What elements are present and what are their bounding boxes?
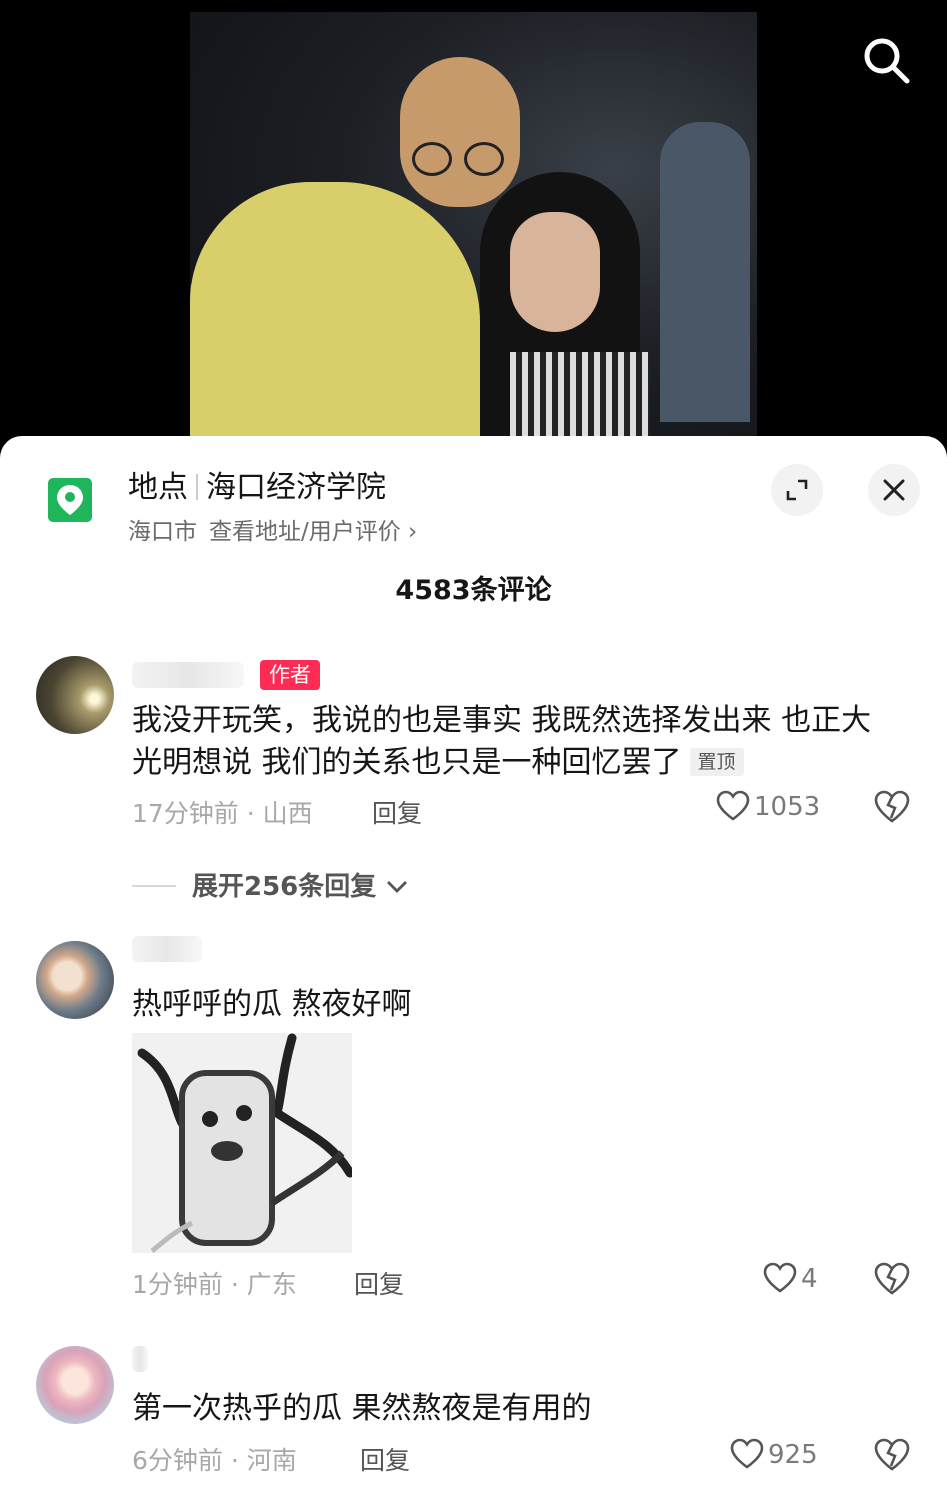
close-icon [883,479,905,501]
search-icon [864,38,910,84]
like-count: 925 [768,1440,818,1470]
location-link[interactable]: 查看地址/用户评价 › [209,519,417,545]
comment-sheet: 地点 海口经济学院 海口市 查看地址/用户评价 › 4583条评论 作者 我没开玩笑… [0,436,947,1496]
like-button[interactable]: 925 [730,1438,818,1470]
comment-text: 第一次热乎的瓜 果然熬夜是有用的 [132,1391,592,1426]
pinned-badge: 置顶 [689,748,744,776]
dislike-button[interactable] [874,1438,910,1476]
chevron-down-icon [387,881,408,893]
like-button[interactable]: 4 [763,1262,818,1294]
expand-button[interactable] [771,464,823,516]
location-pin-icon [48,478,92,522]
dislike-button[interactable] [874,790,910,828]
post-photo [190,12,757,460]
location-prefix: 地点 [128,470,188,505]
location-subtitle[interactable]: 海口市 查看地址/用户评价 › [128,512,417,546]
comment-meta: 1分钟前 · 广东 [132,1270,297,1299]
username-blurred[interactable] [132,1346,148,1372]
location-title[interactable]: 地点 海口经济学院 [128,462,386,506]
username-blurred[interactable] [132,662,244,688]
broken-heart-icon [874,1262,910,1295]
username-blurred[interactable] [132,936,202,962]
comment-meta: 17分钟前 · 山西 [132,799,313,828]
broken-heart-icon [874,790,910,823]
dislike-button[interactable] [874,1262,910,1300]
expand-replies-button[interactable]: 展开256条回复 [132,866,409,903]
avatar[interactable] [36,656,114,734]
sticker-image[interactable] [132,1033,352,1253]
video-area[interactable] [0,0,947,460]
like-button[interactable]: 1053 [716,790,820,822]
like-count: 4 [801,1264,818,1294]
comment-meta: 6分钟前 · 河南 [132,1446,297,1475]
expand-icon [786,479,808,501]
comment-text: 我没开玩笑，我说的也是事实 我既然选择发出来 也正大光明想说 我们的关系也只是一… [132,700,892,784]
search-button[interactable] [858,32,914,88]
comment-text: 热呼呼的瓜 熬夜好啊 [132,987,412,1022]
close-button[interactable] [868,464,920,516]
broken-heart-icon [874,1438,910,1471]
reply-button[interactable]: 回复 [372,794,422,830]
heart-icon [763,1262,797,1293]
like-count: 1053 [754,792,821,822]
comment-body: 我没开玩笑，我说的也是事实 我既然选择发出来 也正大光明想说 我们的关系也只是一… [132,703,872,780]
heart-icon [716,790,750,821]
author-badge: 作者 [260,660,320,690]
heart-icon [730,1438,764,1469]
location-city: 海口市 [128,519,197,545]
reply-button[interactable]: 回复 [360,1441,410,1477]
reply-button[interactable]: 回复 [354,1265,404,1301]
comment-count: 4583条评论 [395,575,552,606]
avatar[interactable] [36,941,114,1019]
avatar[interactable] [36,1346,114,1424]
expand-replies-label: 展开256条回复 [192,872,377,902]
location-name: 海口经济学院 [206,470,386,505]
